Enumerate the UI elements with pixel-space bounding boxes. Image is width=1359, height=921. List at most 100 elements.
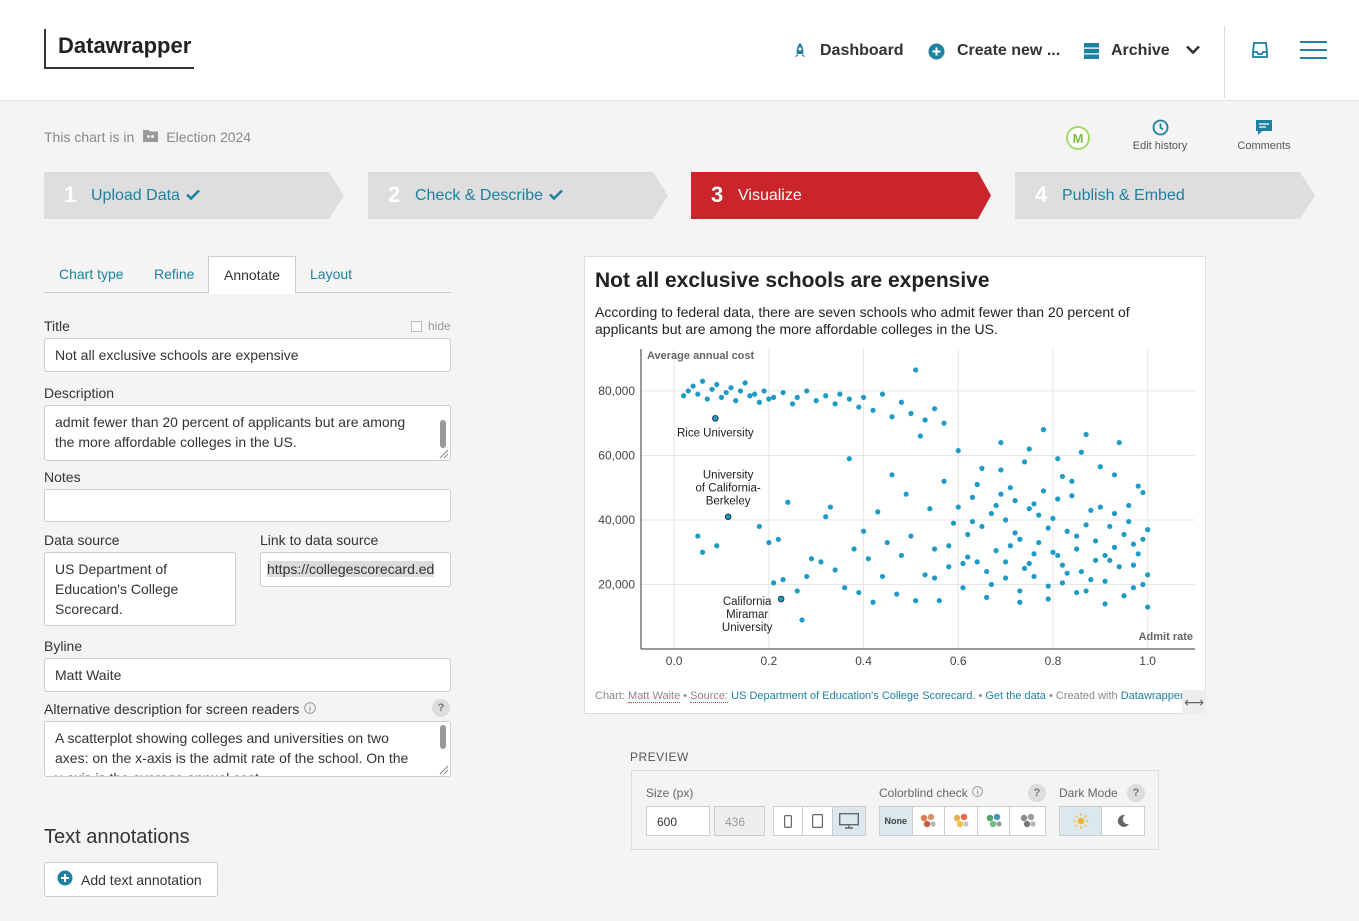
data-point	[974, 481, 980, 488]
data-point	[1074, 546, 1080, 552]
add-text-annotation-button[interactable]: Add text annotation	[44, 862, 218, 897]
help-icon[interactable]: ?	[1127, 784, 1145, 802]
sun-icon[interactable]	[1060, 807, 1102, 835]
data-point	[685, 388, 691, 394]
data-point	[737, 388, 744, 394]
datawrapper-logo[interactable]: Datawrapper	[44, 29, 194, 69]
description-textarea[interactable]: admit fewer than 20 percent of applicant…	[44, 405, 451, 461]
data-point	[1017, 599, 1023, 605]
tab-refine[interactable]: Refine	[139, 256, 209, 293]
resize-handle-icon[interactable]	[439, 765, 449, 775]
archive-icon	[1084, 43, 1099, 59]
avatar[interactable]: M	[1066, 126, 1090, 150]
hamburger-menu-icon[interactable]	[1300, 41, 1327, 64]
step-visualize[interactable]: 3 Visualize	[691, 172, 991, 219]
data-point	[1111, 544, 1118, 550]
data-point	[832, 567, 838, 573]
data-source-textarea[interactable]: US Department of Education's College Sco…	[44, 552, 236, 626]
footer-source-link[interactable]: US Department of Education's College Sco…	[731, 690, 975, 702]
footer-datawrapper-link[interactable]: Datawrapper	[1121, 690, 1184, 702]
plus-circle-icon	[57, 870, 73, 889]
data-point	[1069, 478, 1075, 484]
data-point	[770, 580, 777, 586]
scrollbar[interactable]	[440, 420, 446, 448]
nav-create-new-label: Create new ...	[957, 42, 1061, 59]
tab-layout[interactable]: Layout	[295, 256, 367, 293]
data-point	[908, 410, 914, 417]
data-point	[780, 389, 786, 396]
help-icon[interactable]: ?	[1028, 784, 1046, 802]
colorblind-none-option[interactable]: None	[880, 807, 913, 835]
data-point	[898, 399, 905, 405]
footer-author: Matt Waite	[628, 690, 681, 703]
colorblind-label: Colorblind check	[879, 786, 968, 800]
nav-archive[interactable]: Archive	[1084, 40, 1200, 62]
data-point	[960, 560, 966, 567]
moon-icon[interactable]	[1102, 807, 1144, 835]
data-point	[747, 393, 753, 399]
comments-button[interactable]: Comments	[1224, 119, 1304, 152]
x-tick-label: 0.6	[950, 654, 967, 668]
info-icon[interactable]	[304, 701, 317, 717]
data-point	[974, 559, 980, 565]
data-point	[1111, 510, 1118, 517]
data-point	[846, 456, 852, 462]
title-input[interactable]: Not all exclusive schools are expensive	[44, 338, 451, 372]
folder-icon	[143, 129, 159, 145]
data-point	[1126, 502, 1132, 509]
inbox-icon[interactable]	[1252, 42, 1268, 63]
data-point	[1107, 523, 1113, 530]
step-publish-embed[interactable]: 4 Publish & Embed	[1015, 172, 1315, 219]
help-icon[interactable]: ?	[432, 699, 450, 717]
mobile-icon[interactable]	[774, 807, 803, 835]
data-point	[931, 546, 938, 552]
step-check-describe[interactable]: 2 Check & Describe	[368, 172, 668, 219]
tab-chart-type[interactable]: Chart type	[44, 256, 139, 293]
folder-name[interactable]: Election 2024	[166, 129, 251, 145]
data-point	[1064, 528, 1070, 534]
width-input[interactable]: 600	[646, 806, 710, 836]
footer-get-data-link[interactable]: Get the data	[985, 690, 1046, 702]
tablet-icon[interactable]	[803, 807, 833, 835]
tab-annotate[interactable]: Annotate	[208, 256, 297, 294]
description-text: admit fewer than 20 percent of applicant…	[55, 414, 406, 450]
data-source-label: Data source	[44, 532, 120, 548]
data-point	[770, 394, 777, 400]
byline-input[interactable]: Matt Waite	[44, 658, 451, 692]
notes-input[interactable]	[44, 489, 451, 522]
alt-description-textarea[interactable]: A scatterplot showing colleges and unive…	[44, 721, 451, 777]
data-point	[766, 396, 772, 402]
data-point	[1059, 580, 1066, 586]
resize-handle-icon[interactable]	[439, 449, 449, 459]
tritanopia-icon[interactable]	[978, 807, 1011, 835]
step-number: 3	[711, 182, 724, 207]
data-point	[898, 552, 905, 559]
desktop-icon[interactable]	[833, 807, 865, 835]
deuteranopia-icon[interactable]	[945, 807, 978, 835]
y-axis-title: Average annual cost	[647, 350, 755, 362]
data-point	[1088, 577, 1094, 583]
chart-location: This chart is in Election 2024	[44, 129, 251, 145]
info-icon[interactable]	[971, 786, 983, 800]
data-point	[1102, 601, 1108, 607]
chart-title: Not all exclusive schools are expensive	[595, 269, 990, 292]
scrollbar[interactable]	[440, 725, 446, 749]
edit-history-button[interactable]: Edit history	[1120, 119, 1200, 152]
data-point	[733, 398, 739, 404]
grayscale-icon[interactable]	[1010, 807, 1045, 835]
x-tick-label: 0.4	[855, 654, 872, 668]
data-point	[780, 577, 786, 583]
nav-dashboard[interactable]: Dashboard	[792, 40, 904, 62]
protanopia-icon[interactable]	[913, 807, 946, 835]
colorblind-label-row: Colorblind check	[879, 786, 983, 800]
checkbox-box[interactable]	[411, 320, 422, 332]
resize-arrows-icon[interactable]: ⟷	[1182, 690, 1206, 714]
data-point	[804, 388, 810, 394]
annotated-point	[724, 513, 732, 521]
link-source-input[interactable]: https://collegescorecard.ed	[260, 552, 451, 587]
step-upload-data[interactable]: 1 Upload Data	[44, 172, 344, 219]
nav-create-new[interactable]: Create new ...	[928, 40, 1060, 62]
data-point	[946, 564, 952, 570]
hide-title-checkbox[interactable]: hide	[411, 319, 451, 333]
data-point	[761, 388, 767, 394]
